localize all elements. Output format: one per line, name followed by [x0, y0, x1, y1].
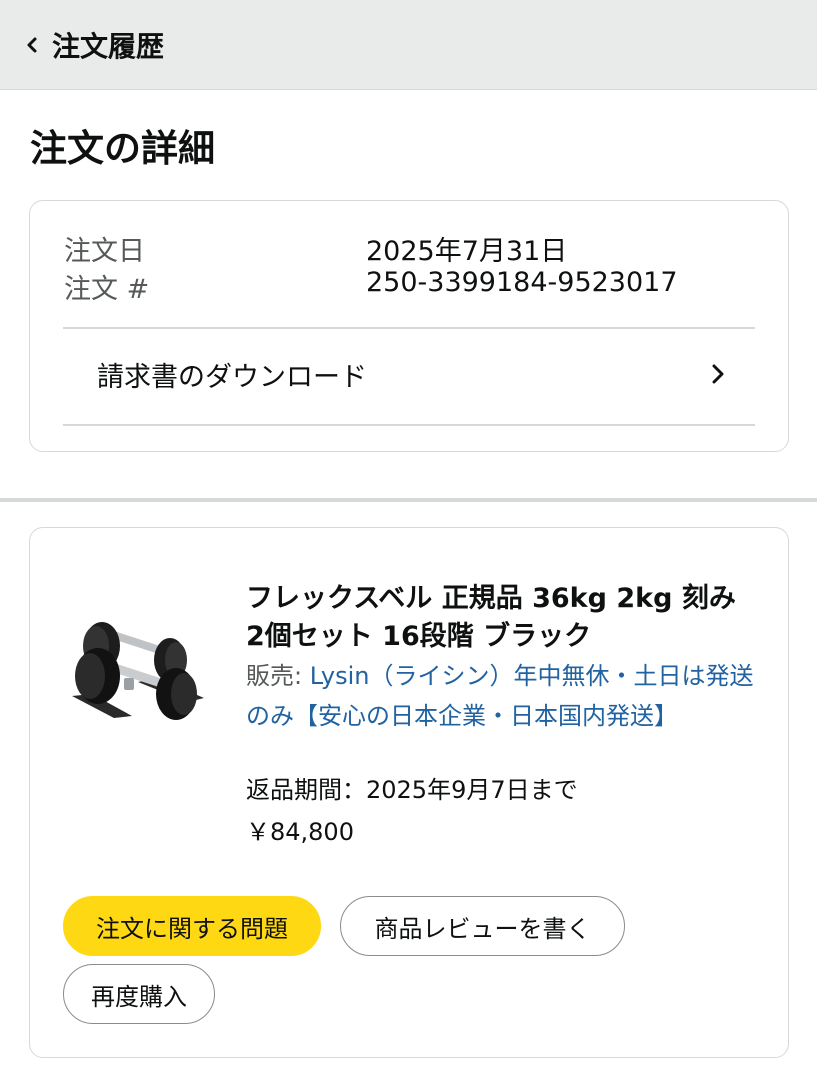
- product-title-link[interactable]: フレックスベル 正規品 36kg 2kg 刻み 2個セット 16段階 ブラック: [246, 580, 756, 656]
- order-problem-button[interactable]: 注文に関する問題: [63, 896, 321, 956]
- order-date-value: 2025年7月31日: [366, 236, 568, 267]
- write-review-button[interactable]: 商品レビューを書く: [340, 896, 625, 956]
- seller-prefix: 販売:: [246, 662, 303, 690]
- order-item-card: フレックスベル 正規品 36kg 2kg 刻み 2個セット 16段階 ブラック …: [29, 527, 789, 1058]
- order-summary-card: 注文日 2025年7月31日 注文 # 250-3399184-9523017 …: [29, 200, 789, 452]
- top-bar: 注文履歴: [0, 0, 817, 90]
- download-invoice-label: 請求書のダウンロード: [97, 362, 367, 393]
- back-label: 注文履歴: [52, 30, 165, 63]
- seller-info: 販売: Lysin（ライシン）年中無休・土日は発送のみ【安心の日本企業・日本国内…: [246, 656, 758, 736]
- item-price: ￥84,800: [246, 818, 354, 846]
- download-invoice-row[interactable]: 請求書のダウンロード: [63, 329, 755, 423]
- dumbbell-product-image[interactable]: [68, 598, 208, 728]
- page-title: 注文の詳細: [30, 127, 215, 170]
- return-period: 返品期間：2025年9月7日まで: [246, 776, 578, 804]
- section-separator: [0, 498, 817, 502]
- order-date-label: 注文日: [64, 236, 145, 267]
- divider: [63, 424, 755, 426]
- order-number-label: 注文 #: [64, 274, 150, 305]
- chevron-left-icon: [27, 37, 37, 53]
- seller-name-link[interactable]: Lysin（ライシン）年中無休・土日は発送のみ【安心の日本企業・日本国内発送】: [246, 662, 754, 730]
- order-number-value: 250-3399184-9523017: [366, 267, 678, 298]
- chevron-right-icon: [712, 364, 724, 384]
- back-to-order-history-button[interactable]: 注文履歴: [22, 22, 164, 68]
- buy-again-button[interactable]: 再度購入: [63, 964, 215, 1024]
